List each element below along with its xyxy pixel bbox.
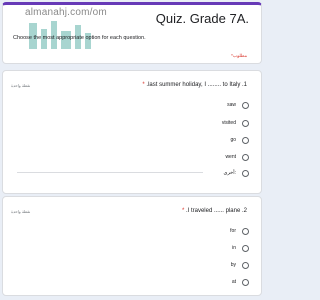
question-label: .I traveled ...... plane .2 xyxy=(185,208,247,214)
question-card-2: نقطة واحدة * .I traveled ...... plane .2… xyxy=(2,196,262,296)
radio-button[interactable] xyxy=(242,119,249,127)
required-asterisk: * xyxy=(181,208,185,214)
option-label: at xyxy=(231,279,236,285)
question-text: * .I traveled ...... plane .2 xyxy=(182,208,247,214)
option-label: saw xyxy=(227,102,236,108)
option-by[interactable]: by xyxy=(231,259,249,271)
question-text: * .last summer holiday, I ........ to It… xyxy=(142,82,247,88)
option-in[interactable]: in xyxy=(232,242,249,254)
radio-button[interactable] xyxy=(242,153,249,161)
option-visited[interactable]: visited xyxy=(222,117,249,129)
option-label: went xyxy=(225,154,236,160)
question-points: نقطة واحدة xyxy=(11,83,31,88)
option-went[interactable]: went xyxy=(225,151,249,163)
form-header-card: almanahj.com/om Quiz. Grade 7A. Choose t… xyxy=(2,2,262,64)
option-label: by xyxy=(230,262,236,268)
option-for[interactable]: for xyxy=(230,225,249,237)
radio-button[interactable] xyxy=(242,101,249,109)
required-note: *مطلوب xyxy=(231,53,247,58)
question-label: .last summer holiday, I ........ to Ital… xyxy=(146,82,247,88)
radio-button[interactable] xyxy=(242,227,249,235)
option-saw[interactable]: saw xyxy=(227,99,249,111)
other-text-input[interactable] xyxy=(17,172,203,173)
radio-button[interactable] xyxy=(242,261,249,269)
option-label: go xyxy=(230,137,236,143)
option-go[interactable]: go xyxy=(230,134,249,146)
option-label: أخرى: xyxy=(223,170,236,176)
form-instruction: Choose the most appropriate option for e… xyxy=(13,35,146,41)
option-label: in xyxy=(232,245,236,251)
question-card-1: نقطة واحدة * .last summer holiday, I ...… xyxy=(2,70,262,194)
radio-button[interactable] xyxy=(242,278,249,286)
option-at[interactable]: at xyxy=(232,276,249,288)
required-asterisk: * xyxy=(142,82,145,88)
option-label: visited xyxy=(221,120,236,126)
radio-button[interactable] xyxy=(242,136,249,144)
option-other[interactable]: أخرى: xyxy=(223,167,249,179)
radio-button[interactable] xyxy=(242,244,249,252)
question-points: نقطة واحدة xyxy=(11,209,31,214)
quiz-title: Quiz. Grade 7A. xyxy=(155,11,249,26)
option-label: for xyxy=(230,228,236,234)
form-page: almanahj.com/om Quiz. Grade 7A. Choose t… xyxy=(0,0,265,300)
radio-button[interactable] xyxy=(242,169,249,177)
